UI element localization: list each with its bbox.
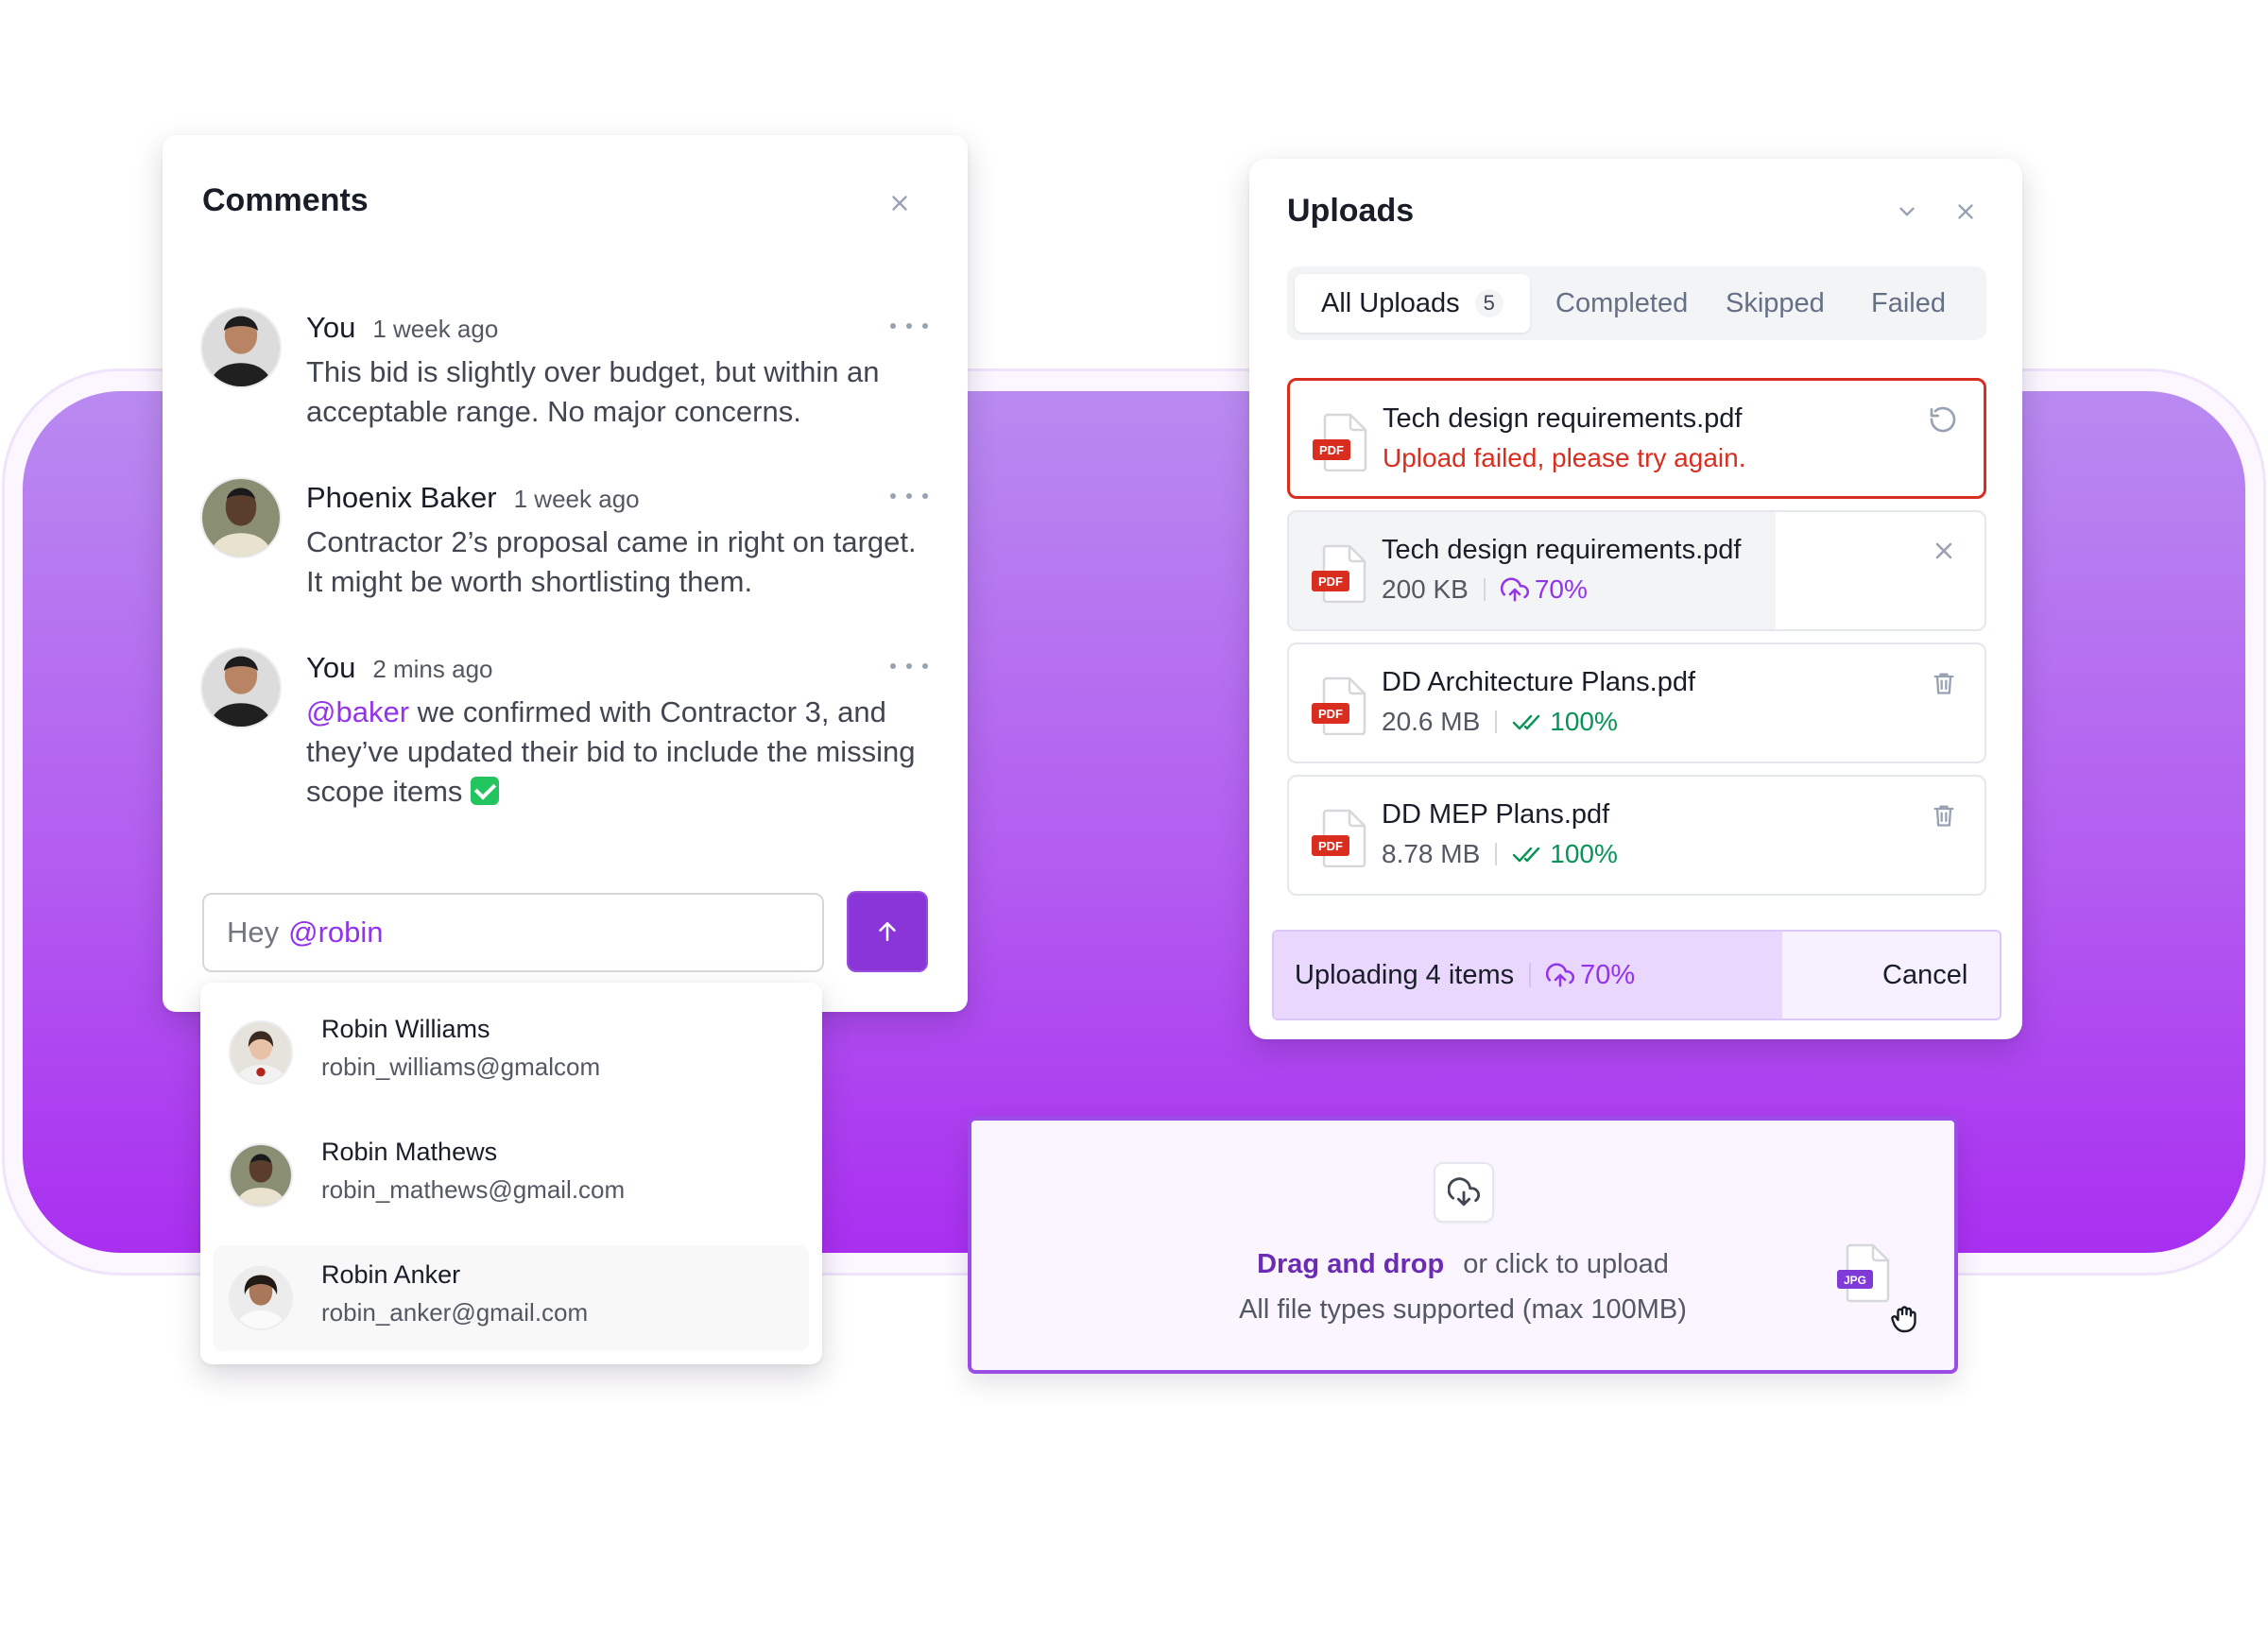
upload-item-in-progress: PDF Tech design requirements.pdf 200 KB …: [1287, 510, 1986, 631]
avatar: [229, 1143, 293, 1207]
file-meta: 8.78 MB 100%: [1382, 839, 1618, 869]
arrow-up-icon: [879, 922, 896, 941]
uploading-count: Uploading 4 items: [1295, 959, 1515, 990]
comment-time: 2 mins ago: [372, 655, 493, 683]
svg-text:PDF: PDF: [1318, 574, 1343, 589]
mention-suggestions: Robin Williams robin_williams@gmalcom Ro…: [200, 983, 822, 1364]
comments-panel: Comments You 1 week ago This bid is slig…: [163, 135, 968, 1012]
double-check-icon: [1513, 714, 1540, 730]
overall-percent: 70%: [1580, 959, 1636, 990]
avatar: [229, 1020, 293, 1085]
dropzone-text: or click to upload: [1463, 1249, 1669, 1279]
comment-item: Phoenix Baker 1 week ago Contractor 2’s …: [200, 477, 937, 600]
cloud-upload-icon: [1546, 963, 1575, 987]
uploads-panel: Uploads All Uploads 5 Completed Skipped …: [1249, 159, 2022, 1039]
mention-email: robin_anker@gmail.com: [321, 1298, 589, 1327]
dropzone-instruction: Drag and drop or click to upload: [971, 1249, 1954, 1280]
comment-author: Phoenix Baker: [306, 481, 497, 514]
more-options-icon[interactable]: [890, 487, 928, 505]
comment-input-text: Hey: [227, 916, 280, 949]
file-dropzone[interactable]: Drag and drop or click to upload All fil…: [968, 1117, 1958, 1374]
send-button[interactable]: [847, 891, 928, 972]
overall-upload-bar: Uploading 4 items 70% Cancel: [1272, 930, 2002, 1020]
close-icon[interactable]: [1943, 189, 1988, 234]
drag-and-drop-link[interactable]: Drag and drop: [1257, 1249, 1444, 1279]
more-options-icon[interactable]: [890, 657, 928, 676]
tab-label: All Uploads: [1321, 287, 1460, 318]
avatar: [229, 1266, 293, 1330]
cloud-download-icon: [1434, 1162, 1494, 1223]
mention-email: robin_mathews@gmail.com: [321, 1175, 626, 1204]
mention-option[interactable]: Robin Mathews robin_mathews@gmail.com: [214, 1122, 809, 1228]
comment-text: Contractor 2’s proposal came in right on…: [306, 525, 917, 598]
mention-option[interactable]: Robin Anker robin_anker@gmail.com: [214, 1245, 809, 1351]
svg-text:JPG: JPG: [1844, 1274, 1866, 1287]
mention-email: robin_williams@gmalcom: [321, 1053, 601, 1081]
upload-item-complete: PDF DD MEP Plans.pdf 8.78 MB 100%: [1287, 775, 1986, 896]
tab-skipped[interactable]: Skipped: [1726, 274, 1825, 333]
cancel-button[interactable]: Cancel: [1873, 932, 2000, 1019]
tab-all-uploads[interactable]: All Uploads 5: [1295, 274, 1530, 333]
comment-input-mention: @robin: [288, 916, 384, 949]
trash-icon[interactable]: [1924, 796, 1964, 835]
comment-text: This bid is slightly over budget, but wi…: [306, 355, 880, 428]
tab-failed[interactable]: Failed: [1871, 274, 1946, 333]
upload-item-failed: PDF Tech design requirements.pdf Upload …: [1287, 378, 1986, 499]
comment-author: You: [306, 311, 356, 344]
mention-link[interactable]: @baker: [306, 695, 409, 728]
mention-option[interactable]: Robin Williams robin_williams@gmalcom: [214, 1000, 809, 1105]
svg-text:PDF: PDF: [1318, 707, 1343, 721]
more-options-icon[interactable]: [890, 317, 928, 335]
file-size: 20.6 MB: [1382, 707, 1481, 736]
trash-icon[interactable]: [1924, 663, 1964, 703]
comment-time: 1 week ago: [372, 315, 499, 343]
file-name: DD Architecture Plans.pdf: [1382, 667, 1696, 697]
uploads-title: Uploads: [1287, 193, 1415, 229]
file-name: Tech design requirements.pdf: [1382, 535, 1742, 565]
close-icon[interactable]: [877, 180, 922, 226]
file-name: Tech design requirements.pdf: [1383, 403, 1743, 434]
comment-text: @baker we confirmed with Contractor 3, a…: [306, 693, 930, 812]
jpg-file-icon: JPG: [1837, 1243, 1890, 1303]
pdf-file-icon: PDF: [1312, 676, 1366, 735]
chevron-down-icon[interactable]: [1884, 189, 1930, 234]
comment-author: You: [306, 651, 356, 684]
upload-tabs: All Uploads 5 Completed Skipped Failed: [1287, 266, 1986, 340]
retry-icon[interactable]: [1923, 400, 1963, 439]
mention-name: Robin Mathews: [321, 1138, 498, 1166]
error-message: Upload failed, please try again.: [1383, 443, 1746, 472]
pdf-file-icon: PDF: [1312, 544, 1366, 603]
pdf-file-icon: PDF: [1313, 413, 1367, 471]
comments-title: Comments: [202, 182, 369, 218]
double-check-icon: [1513, 847, 1540, 863]
upload-percent: 100%: [1550, 839, 1618, 868]
upload-percent: 100%: [1550, 707, 1618, 736]
grab-cursor-icon: [1891, 1306, 1916, 1333]
cloud-upload-icon: [1500, 577, 1529, 602]
mention-name: Robin Williams: [321, 1015, 490, 1043]
pdf-file-icon: PDF: [1312, 809, 1366, 867]
comment-item: You 2 mins ago @baker we confirmed with …: [200, 647, 937, 817]
svg-text:PDF: PDF: [1319, 443, 1344, 457]
comment-time: 1 week ago: [513, 485, 640, 513]
mention-name: Robin Anker: [321, 1260, 461, 1289]
avatar: [200, 477, 282, 558]
svg-text:PDF: PDF: [1318, 839, 1343, 853]
file-name: DD MEP Plans.pdf: [1382, 799, 1610, 830]
upload-percent: 70%: [1534, 574, 1588, 604]
comment-input[interactable]: Hey @robin: [202, 893, 824, 972]
count-badge: 5: [1474, 289, 1503, 317]
upload-item-complete: PDF DD Architecture Plans.pdf 20.6 MB 10…: [1287, 642, 1986, 763]
comment-item: You 1 week ago This bid is slightly over…: [200, 307, 937, 430]
check-emoji-icon: [471, 777, 500, 805]
avatar: [200, 647, 282, 728]
tab-completed[interactable]: Completed: [1555, 274, 1688, 333]
file-size: 8.78 MB: [1382, 839, 1481, 868]
close-icon[interactable]: [1924, 531, 1964, 571]
file-meta: 200 KB 70%: [1382, 574, 1588, 605]
avatar: [200, 307, 282, 388]
dropzone-hint: All file types supported (max 100MB): [1239, 1294, 1687, 1325]
file-meta: 20.6 MB 100%: [1382, 707, 1618, 737]
file-size: 200 KB: [1382, 574, 1469, 604]
